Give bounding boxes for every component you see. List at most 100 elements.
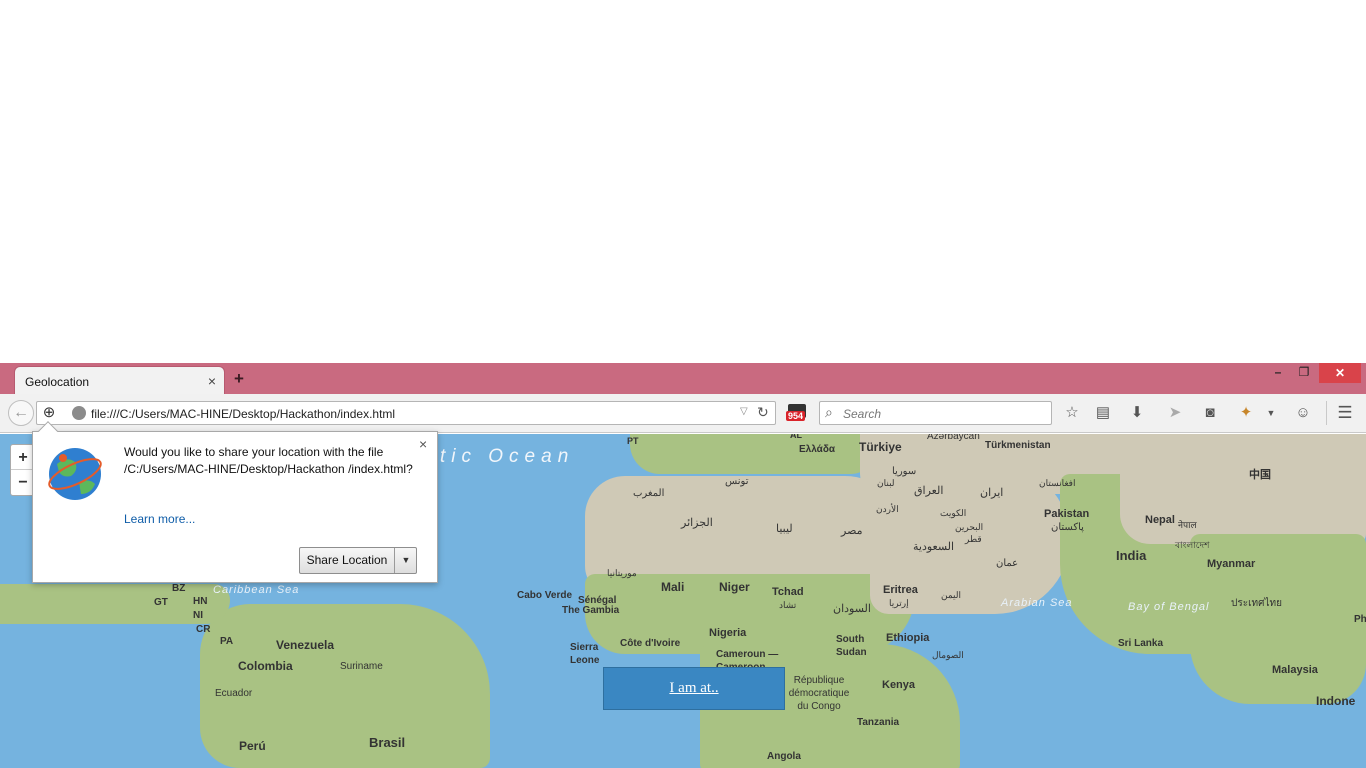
i-am-at-button[interactable]: I am at.. xyxy=(603,667,785,710)
map-label: Nepal xyxy=(1145,514,1175,526)
map-label: إرتريا xyxy=(889,598,909,608)
map-label: المغرب xyxy=(633,488,665,499)
map-label: پاکستان xyxy=(1051,522,1084,533)
map-label: الجزائر xyxy=(681,517,713,529)
map-label: HN xyxy=(193,596,208,607)
site-identity-icon[interactable] xyxy=(72,406,86,420)
url-text[interactable]: file:///C:/Users/MAC-HINE/Desktop/Hackat… xyxy=(91,407,395,421)
map-label: البحرين xyxy=(955,522,984,532)
map-label: Sri Lanka xyxy=(1118,638,1164,649)
map-label: Türkmenistan xyxy=(985,440,1051,451)
search-placeholder: Search xyxy=(843,407,882,421)
minimize-button[interactable]: – xyxy=(1266,365,1290,385)
reading-list-icon[interactable]: ▤ xyxy=(1093,403,1113,423)
geolocation-icon[interactable]: ⊕ xyxy=(40,404,58,422)
map-label: South Sudan xyxy=(836,634,867,658)
url-bar[interactable]: ⊕ file:///C:/Users/MAC-HINE/Desktop/Hack… xyxy=(36,401,776,425)
map-label: Sierra Leone xyxy=(570,642,600,666)
map-label: قطر xyxy=(965,534,982,544)
download-icon[interactable]: ⬇ xyxy=(1127,403,1147,423)
bookmark-star-icon[interactable]: ☆ xyxy=(1062,403,1082,423)
chat-icon[interactable]: ☺ xyxy=(1293,403,1313,423)
map-label: Colombia xyxy=(238,659,293,673)
map-label: Angola xyxy=(767,751,801,762)
dropdown-icon[interactable]: ▼ xyxy=(1261,403,1281,423)
map-label: AL xyxy=(790,434,802,440)
tab-geolocation[interactable]: Geolocation × xyxy=(14,366,225,394)
map-label: السعودية xyxy=(913,541,955,553)
map-label: Tchad xyxy=(772,586,804,598)
map-label: Suriname xyxy=(340,661,383,672)
map-label: Cabo Verde xyxy=(517,590,573,601)
toolbar-separator xyxy=(1326,401,1327,425)
map-label: नेपाल xyxy=(1178,520,1197,530)
map-label: Kenya xyxy=(882,679,916,691)
map-label: لبنان xyxy=(877,478,895,488)
extension-badge-icon[interactable]: 954 xyxy=(786,404,808,424)
map-label: تونس xyxy=(725,476,749,487)
map-label: Tanzania xyxy=(857,717,900,728)
map-label: الصومال xyxy=(932,650,964,660)
map-label: Malaysia xyxy=(1272,664,1318,676)
close-icon[interactable]: × xyxy=(419,436,427,452)
new-tab-button[interactable]: + xyxy=(234,369,244,389)
menu-icon[interactable]: ☰ xyxy=(1335,403,1355,423)
learn-more-link[interactable]: Learn more... xyxy=(124,512,195,526)
map-label: Nigeria xyxy=(709,627,747,639)
close-window-button[interactable]: ✕ xyxy=(1319,363,1361,383)
map-label: الكويت xyxy=(940,508,967,518)
back-arrow-icon[interactable]: ← xyxy=(8,400,34,426)
send-icon[interactable]: ➤ xyxy=(1165,403,1185,423)
map-label: Ethiopia xyxy=(886,632,930,644)
map-label: Myanmar xyxy=(1207,558,1256,570)
map-label: افغانستان xyxy=(1039,478,1076,488)
map-label: Brasil xyxy=(369,735,406,750)
i-am-at-label: I am at.. xyxy=(669,680,719,696)
map-label: Perú xyxy=(239,739,266,753)
blank-area xyxy=(0,0,1366,363)
map-label: موريتانيا xyxy=(607,568,637,578)
title-bar: Geolocation × + – ❐ ✕ xyxy=(0,363,1366,394)
sea-label: Caribbean Sea xyxy=(213,584,300,596)
search-icon: ⌕ xyxy=(825,404,833,420)
map-label: Phi xyxy=(1354,614,1366,625)
land-china xyxy=(1120,434,1366,544)
tab-close-icon[interactable]: × xyxy=(208,373,216,389)
share-location-button[interactable]: Share Location ▼ xyxy=(299,547,417,574)
ocean-label: tic Ocean xyxy=(440,446,575,467)
map-label: Niger xyxy=(719,580,750,594)
map-label: République démocratique du Congo xyxy=(788,675,850,712)
geolocation-permission-popup: Would you like to share your location wi… xyxy=(32,421,438,583)
map-label: Côte d'Ivoire xyxy=(620,638,681,649)
restore-button[interactable]: ❐ xyxy=(1292,365,1316,385)
badge-count: 954 xyxy=(786,411,806,421)
map-label: عمان xyxy=(996,558,1019,569)
map-label: Mali xyxy=(661,580,685,594)
map-label: India xyxy=(1116,548,1147,563)
pocket-icon[interactable]: ◙ xyxy=(1200,403,1220,423)
land-europe xyxy=(630,434,880,474)
extension-icon[interactable]: ✦ xyxy=(1236,403,1256,423)
map-label: NI xyxy=(193,610,203,621)
map-label: ایران xyxy=(980,487,1004,499)
globe-icon xyxy=(48,448,102,500)
chevron-down-icon[interactable]: ▼ xyxy=(396,548,416,573)
share-location-label[interactable]: Share Location xyxy=(300,548,395,573)
map-label: Venezuela xyxy=(276,638,335,652)
map-label: العراق xyxy=(914,485,944,497)
map-label: PA xyxy=(220,636,234,647)
search-input[interactable]: ⌕ Search xyxy=(819,401,1052,425)
sea-label: Arabian Sea xyxy=(1001,597,1073,609)
tab-title: Geolocation xyxy=(25,375,90,389)
reload-icon[interactable]: ↻ xyxy=(757,404,769,421)
map-label: Ελλάδα xyxy=(799,444,836,455)
map-label: ประเทศไทย xyxy=(1231,598,1282,609)
map-label: ليبيا xyxy=(776,523,793,535)
sea-label: Bay of Bengal xyxy=(1128,601,1210,613)
map-label: السودان xyxy=(833,603,871,615)
dropdown-icon[interactable]: ▽ xyxy=(740,406,748,417)
screen: Geolocation × + – ❐ ✕ ← ⊕ file:///C:/Use… xyxy=(0,0,1366,768)
map-label: تشاد xyxy=(779,600,797,610)
map-label: Azərbaycan xyxy=(927,434,980,442)
navigation-toolbar: ← ⊕ file:///C:/Users/MAC-HINE/Desktop/Ha… xyxy=(0,394,1366,433)
